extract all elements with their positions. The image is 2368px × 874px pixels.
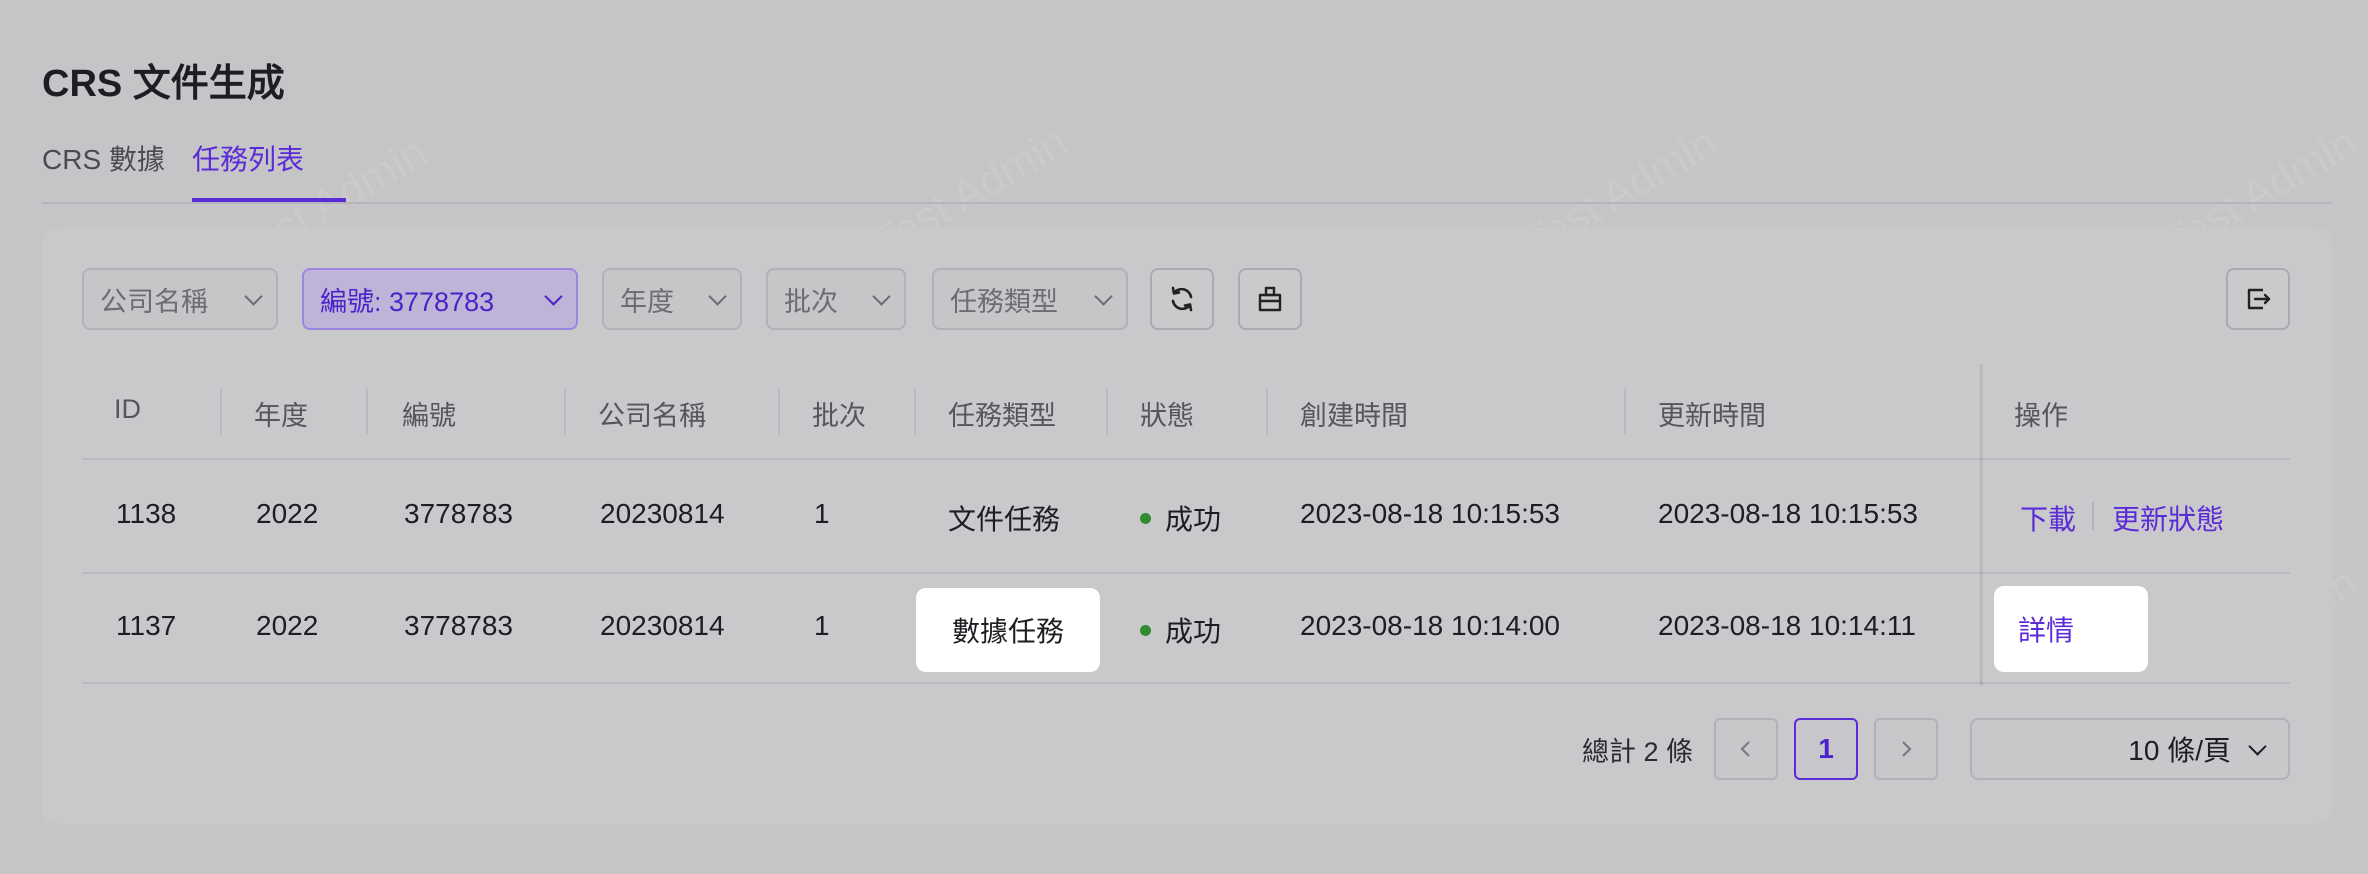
export-icon	[2247, 288, 2271, 310]
cell-year: 2022	[256, 498, 319, 529]
active-tab-indicator	[192, 198, 346, 202]
column-divider	[220, 388, 222, 434]
update-status-link[interactable]: 更新狀態	[2112, 498, 2224, 538]
cell-updated: 2023-08-18 10:14:11	[1658, 610, 1916, 641]
page-size-select[interactable]: 10 條/頁	[1970, 718, 2290, 780]
refresh-icon	[1171, 286, 1193, 312]
column-header-status: 狀態	[1140, 401, 1194, 431]
chevron-down-icon	[244, 286, 263, 306]
clear-button[interactable]	[1238, 268, 1302, 330]
status-label: 成功	[1165, 504, 1222, 535]
cell-created: 2023-08-18 10:15:53	[1300, 498, 1560, 529]
cell-number: 3778783	[404, 498, 514, 529]
prev-page-button[interactable]	[1714, 718, 1778, 780]
status-badge: 成功	[1140, 610, 1221, 650]
table-row: 1137 2022 3778783 20230814 1 數據任務 成功 202…	[82, 574, 2290, 684]
cell-id: 1138	[116, 498, 177, 529]
status-badge: 成功	[1140, 498, 1221, 538]
column-header-number: 編號	[402, 401, 456, 431]
download-link[interactable]: 下載	[2020, 498, 2076, 538]
year-filter[interactable]: 年度	[602, 268, 742, 330]
cell-id: 1137	[116, 610, 177, 641]
task-table: ID 年度 編號 公司名稱 批次 任務類型 狀態 創建時間 更新時間 操作 11…	[82, 364, 2290, 686]
cell-batch: 1	[814, 498, 830, 529]
year-filter-label: 年度	[620, 286, 674, 317]
column-divider	[914, 388, 916, 434]
tab-crs-data[interactable]: CRS 數據	[42, 138, 165, 178]
column-divider	[778, 388, 780, 434]
task-type-filter-label: 任務類型	[950, 286, 1058, 317]
table-row: 1138 2022 3778783 20230814 1 文件任務 成功 202…	[82, 460, 2290, 574]
cell-number: 3778783	[404, 610, 514, 641]
number-filter[interactable]: 編號: 3778783	[302, 268, 578, 330]
column-divider	[1624, 388, 1626, 434]
task-type-filter[interactable]: 任務類型	[932, 268, 1128, 330]
refresh-button[interactable]	[1150, 268, 1214, 330]
success-dot-icon	[1140, 512, 1151, 524]
tab-bar: CRS 數據 任務列表	[42, 138, 2332, 204]
page-size-label: 10 條/頁	[2128, 735, 2231, 766]
column-header-actions: 操作	[2014, 401, 2068, 431]
next-page-button[interactable]	[1874, 718, 1938, 780]
cell-created: 2023-08-18 10:14:00	[1300, 610, 1560, 641]
pagination-total: 總計 2 條	[1582, 737, 1694, 767]
export-button[interactable]	[2226, 268, 2290, 330]
clear-icon	[1258, 286, 1282, 312]
cell-updated: 2023-08-18 10:15:53	[1658, 498, 1918, 529]
column-header-year: 年度	[254, 401, 308, 431]
page-title: CRS 文件生成	[42, 63, 285, 105]
chevron-left-icon	[1740, 741, 1750, 757]
column-divider	[1266, 388, 1268, 434]
column-divider	[366, 388, 368, 434]
cell-company: 20230814	[600, 610, 725, 641]
task-type-chip[interactable]: 數據任務	[916, 588, 1100, 672]
cell-year: 2022	[256, 610, 319, 641]
chevron-down-icon	[1094, 286, 1113, 306]
cell-task-type: 文件任務	[948, 504, 1061, 535]
details-link[interactable]: 詳情	[1994, 586, 2148, 672]
column-header-created: 創建時間	[1300, 401, 1408, 431]
number-filter-label: 編號: 3778783	[320, 286, 495, 317]
chevron-down-icon	[2248, 736, 2267, 756]
batch-filter-label: 批次	[784, 286, 838, 317]
fixed-column-shadow	[1980, 364, 1984, 686]
cell-company: 20230814	[600, 498, 725, 529]
page-number-button[interactable]: 1	[1794, 718, 1858, 780]
chevron-down-icon	[708, 286, 727, 306]
chevron-right-icon	[1902, 741, 1912, 757]
company-name-filter-label: 公司名稱	[100, 286, 208, 317]
batch-filter[interactable]: 批次	[766, 268, 906, 330]
company-name-filter[interactable]: 公司名稱	[82, 268, 278, 330]
column-divider	[564, 388, 566, 434]
column-divider	[1106, 388, 1108, 434]
table-header: ID 年度 編號 公司名稱 批次 任務類型 狀態 創建時間 更新時間 操作	[82, 364, 2290, 460]
task-list-panel: 公司名稱 編號: 3778783 年度 批次 任務類型 ID 年度 編號 公司名…	[42, 228, 2332, 824]
column-header-task-type: 任務類型	[948, 401, 1056, 431]
status-label: 成功	[1165, 616, 1222, 647]
column-header-company: 公司名稱	[598, 401, 706, 431]
tab-task-list[interactable]: 任務列表	[192, 138, 304, 178]
column-header-updated: 更新時間	[1658, 401, 1766, 431]
action-divider	[2092, 502, 2094, 530]
column-header-batch: 批次	[812, 401, 866, 431]
chevron-down-icon	[872, 286, 891, 306]
chevron-down-icon	[544, 286, 563, 306]
column-header-id: ID	[114, 394, 141, 424]
success-dot-icon	[1140, 624, 1151, 636]
cell-batch: 1	[814, 610, 830, 641]
